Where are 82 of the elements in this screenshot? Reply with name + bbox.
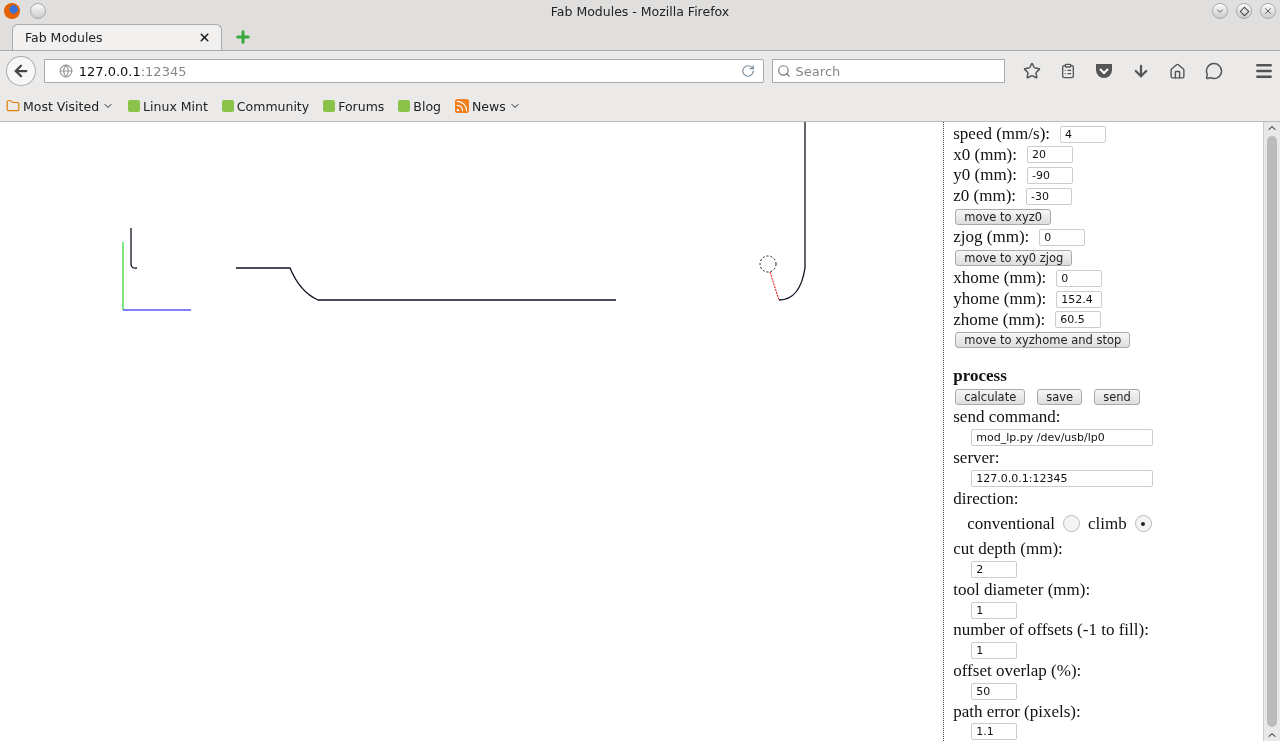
globe-icon <box>58 64 73 78</box>
radio-label: climb <box>1088 513 1127 534</box>
scrollbar-thumb[interactable] <box>1267 136 1277 727</box>
input-field[interactable]: 1 <box>971 601 1018 619</box>
leaf-icon <box>128 100 141 112</box>
leaf-icon <box>323 100 336 112</box>
bookmark-item[interactable]: Linux Mint <box>128 98 208 114</box>
field-label: direction: <box>953 488 1019 509</box>
feed-icon <box>455 99 469 113</box>
field-label: cut depth (mm): <box>953 539 1063 560</box>
field-label: z0 (mm): <box>953 186 1017 207</box>
connector-line <box>769 271 780 301</box>
bookmark-item[interactable]: News <box>455 98 521 114</box>
leaf-icon <box>398 100 411 112</box>
window-title: Fab Modules - Mozilla Firefox <box>549 3 731 19</box>
url-host: 127.0.0.1 <box>78 63 141 79</box>
action-button[interactable]: move to xyz0 <box>955 208 1052 225</box>
field-label: path error (pixels): <box>953 701 1081 722</box>
search-icon <box>776 64 791 78</box>
radio-button[interactable] <box>1063 515 1081 533</box>
input-field[interactable]: 50 <box>971 682 1018 700</box>
field-label: offset overlap (%): <box>953 661 1082 681</box>
field-label: x0 (mm): <box>953 144 1017 165</box>
search-field[interactable]: Search <box>771 59 1005 83</box>
chevron-down-icon <box>1215 6 1225 16</box>
field-label: number of offsets (-1 to fill): <box>953 620 1149 641</box>
field-label: server: <box>953 448 1000 468</box>
reading-list-icon[interactable] <box>1060 63 1076 79</box>
search-placeholder: Search <box>795 63 841 79</box>
chat-icon[interactable] <box>1205 62 1223 80</box>
radio-label: conventional <box>967 513 1056 534</box>
input-field[interactable]: 0 <box>1039 228 1086 246</box>
close-tab-icon[interactable] <box>198 31 211 44</box>
action-button[interactable]: send <box>1094 388 1140 405</box>
input-field[interactable]: 0 <box>1056 269 1103 287</box>
tool-circle-drawing <box>759 255 777 273</box>
input-field[interactable]: 1 <box>971 642 1018 660</box>
input-field[interactable]: -30 <box>1026 187 1073 205</box>
download-icon[interactable] <box>1132 62 1150 80</box>
bookmark-star-icon[interactable] <box>1023 62 1041 80</box>
browser-logo-icon <box>4 3 20 19</box>
back-button[interactable] <box>6 56 36 86</box>
url-port: :12345 <box>140 63 188 79</box>
input-field[interactable]: 60.5 <box>1055 311 1102 329</box>
menu-icon[interactable] <box>1254 61 1274 81</box>
browser-tab[interactable]: Fab Modules <box>12 24 222 50</box>
field-label: y0 (mm): <box>953 165 1017 186</box>
input-field[interactable]: 152.4 <box>1056 290 1103 308</box>
input-field[interactable]: 4 <box>1060 125 1107 143</box>
input-field[interactable]: -90 <box>1027 167 1073 184</box>
bookmark-item[interactable]: Community <box>221 98 310 114</box>
home-icon[interactable] <box>1169 62 1186 80</box>
field-label: zjog (mm): <box>953 227 1030 248</box>
address-field[interactable]: 127.0.0.1:12345 <box>43 59 764 83</box>
radio-button[interactable] <box>1134 515 1152 533</box>
field-label: speed (mm/s): <box>953 124 1051 145</box>
action-button[interactable]: calculate <box>955 388 1026 405</box>
field-label: zhome (mm): <box>953 309 1046 330</box>
bookmark-item[interactable]: Most Visited <box>6 98 115 114</box>
axes-drawing <box>122 241 192 311</box>
reload-icon[interactable] <box>740 64 755 78</box>
field-label: yhome (mm): <box>953 289 1047 310</box>
bookmark-item[interactable]: Blog <box>398 98 441 114</box>
input-field[interactable]: 1.1 <box>971 723 1018 741</box>
maximize-button[interactable] <box>1236 3 1252 19</box>
pocket-icon[interactable] <box>1095 63 1113 79</box>
action-button[interactable]: move to xy0 zjog <box>955 249 1073 266</box>
input-field[interactable]: 20 <box>1027 146 1073 164</box>
input-field[interactable]: 127.0.0.1:12345 <box>971 469 1154 487</box>
input-field[interactable]: mod_lp.py /dev/usb/lp0 <box>971 429 1154 447</box>
bookmark-item[interactable]: Forums <box>323 98 385 114</box>
action-button[interactable]: move to xyzhome and stop <box>955 332 1131 349</box>
close-icon <box>1263 6 1273 16</box>
field-label: tool diameter (mm): <box>953 579 1091 600</box>
field-label: send command: <box>953 407 1061 428</box>
field-label: xhome (mm): <box>953 268 1047 289</box>
folder-icon <box>6 99 20 113</box>
leaf-icon <box>221 100 234 112</box>
close-button[interactable] <box>1260 3 1276 19</box>
section-heading: process <box>953 364 1008 387</box>
action-button[interactable]: save <box>1037 388 1083 405</box>
input-field[interactable]: 2 <box>971 561 1018 578</box>
